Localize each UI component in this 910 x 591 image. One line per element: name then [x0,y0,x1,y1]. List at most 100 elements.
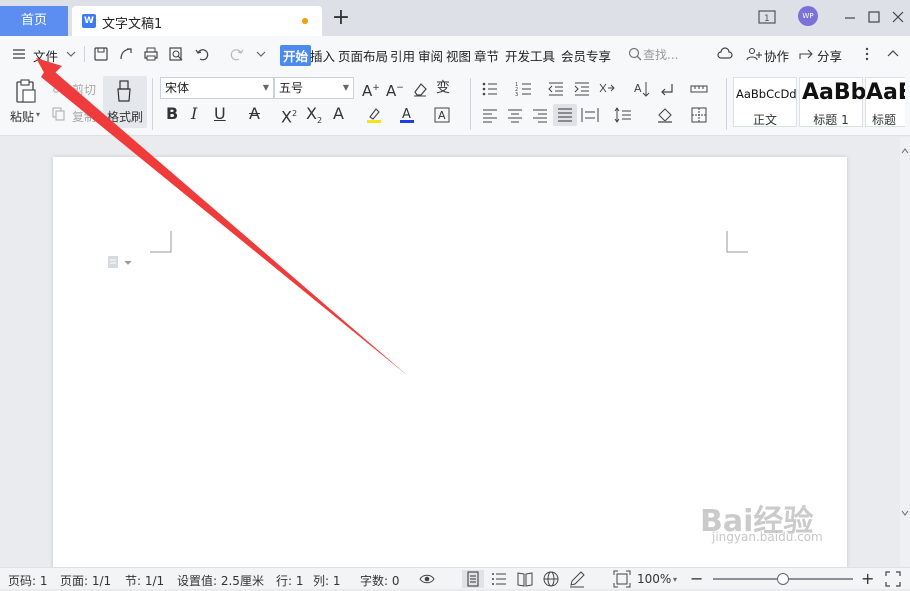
web-view-icon[interactable] [542,570,560,588]
tab-page-layout[interactable]: 页面布局 [338,46,388,65]
search-icon[interactable] [626,45,644,63]
paste-button[interactable]: 粘贴 [10,108,34,125]
scroll-up-icon[interactable] [901,147,909,155]
paste-dropdown-icon[interactable]: ▾ [36,110,40,119]
status-setting[interactable]: 设置值: 2.5厘米 [177,572,264,589]
redo-icon[interactable] [228,45,246,63]
window-layout-icon[interactable]: 1 [757,7,777,27]
status-word-count[interactable]: 字数: 0 [360,572,400,589]
tab-view[interactable]: 视图 [446,46,471,65]
distributed-align-icon[interactable] [581,106,599,124]
style-heading[interactable]: AaE 标题 [865,77,905,127]
font-name-select[interactable]: 宋体 ▼ [160,77,274,99]
numbered-list-icon[interactable]: 123 [515,80,533,98]
minimize-icon[interactable] [840,7,860,27]
underline-icon[interactable]: U [214,105,226,123]
status-section[interactable]: 节: 1/1 [125,572,164,589]
collaborate-button[interactable]: 协作 [764,46,789,65]
chevron-down-icon[interactable] [62,45,80,63]
zoom-slider[interactable] [713,573,853,585]
zoom-out-icon[interactable]: − [690,569,703,588]
format-painter-button[interactable]: 格式刷 [103,76,147,128]
search-input[interactable]: 查找... [643,46,678,63]
justify-icon[interactable] [553,104,577,126]
borders-icon[interactable] [690,106,708,124]
cut-button[interactable]: 剪切 [72,81,96,98]
tab-review[interactable]: 审阅 [418,46,443,65]
share-button[interactable]: 分享 [817,46,842,65]
hamburger-menu-icon[interactable] [10,45,28,63]
shading-icon[interactable] [656,106,674,124]
tab-sections[interactable]: 章节 [474,46,499,65]
cut-icon[interactable] [52,80,66,94]
zoom-slider-handle[interactable] [777,573,789,585]
fullscreen-icon[interactable] [884,570,902,588]
scroll-down-icon[interactable] [901,509,909,517]
export-pdf-icon[interactable] [117,45,135,63]
tab-home[interactable]: 开始 [280,45,312,66]
tab-insert[interactable]: 插入 [310,46,335,65]
text-effect-icon[interactable]: A [333,105,344,123]
page-view-icon[interactable] [462,570,484,588]
zoom-level[interactable]: 100% [637,572,671,586]
paragraph-menu-icon[interactable] [107,254,137,270]
ruler-icon[interactable] [690,80,708,98]
cloud-sync-icon[interactable] [716,45,734,63]
close-icon[interactable] [888,7,908,27]
font-size-select[interactable]: 五号 ▼ [274,77,354,99]
save-icon[interactable] [92,45,110,63]
tab-member[interactable]: 会员专享 [561,46,611,65]
bullet-list-icon[interactable] [481,80,499,98]
font-color-icon[interactable]: A [398,106,416,124]
strikethrough-icon[interactable]: A [249,105,260,123]
decrease-indent-icon[interactable] [547,80,565,98]
document-tab[interactable]: W 文字文稿1 [72,6,322,36]
print-icon[interactable] [142,45,160,63]
more-options-icon[interactable] [858,45,876,63]
italic-icon[interactable]: I [191,105,197,123]
undo-icon[interactable] [193,45,211,63]
highlight-icon[interactable] [365,106,383,124]
status-page-number[interactable]: 页码: 1 [8,572,48,589]
home-tab[interactable]: 首页 [0,6,68,36]
vertical-scrollbar[interactable] [900,137,910,567]
zoom-dropdown-icon[interactable]: ▾ [673,575,677,584]
style-normal[interactable]: AaBbCcDd 正文 [733,77,797,127]
avatar[interactable]: WP [798,6,818,26]
align-center-icon[interactable] [506,106,524,124]
eye-protection-icon[interactable] [418,570,436,588]
subscript-icon[interactable]: X2 [306,104,322,130]
bold-icon[interactable]: B [166,105,178,123]
status-page-count[interactable]: 页面: 1/1 [60,572,111,589]
outline-view-icon[interactable] [490,570,508,588]
increase-indent-icon[interactable] [573,80,591,98]
print-preview-icon[interactable] [167,45,185,63]
copy-icon[interactable] [52,107,66,121]
character-border-icon[interactable]: A [433,106,451,124]
align-right-icon[interactable] [531,106,549,124]
sort-icon[interactable]: A [633,80,651,98]
quick-access-dropdown-icon[interactable] [252,45,270,63]
align-left-icon[interactable] [481,106,499,124]
fit-page-icon[interactable] [613,570,631,588]
grow-font-icon[interactable]: A+ [362,79,380,100]
file-menu[interactable]: 文件 [33,46,58,65]
clear-format-icon[interactable] [411,80,429,98]
copy-button[interactable]: 复制 [72,108,96,125]
collaborate-icon[interactable] [745,45,763,63]
share-icon[interactable] [797,45,815,63]
superscript-icon[interactable]: X2 [281,105,297,126]
style-heading-1[interactable]: AaBb 标题 1 [799,77,866,127]
maximize-icon[interactable] [864,7,884,27]
phonetic-guide-icon[interactable]: 变 [436,79,450,97]
tab-developer[interactable]: 开发工具 [505,46,555,65]
tab-references[interactable]: 引用 [390,46,415,65]
write-mode-icon[interactable] [568,570,586,588]
paste-icon[interactable] [14,78,38,104]
reading-view-icon[interactable] [516,570,534,588]
line-spacing-icon[interactable] [614,106,632,124]
new-tab-button[interactable]: + [330,7,352,30]
show-hide-marks-icon[interactable] [658,80,676,98]
zoom-in-icon[interactable]: + [861,569,874,588]
collapse-ribbon-icon[interactable] [884,45,902,63]
